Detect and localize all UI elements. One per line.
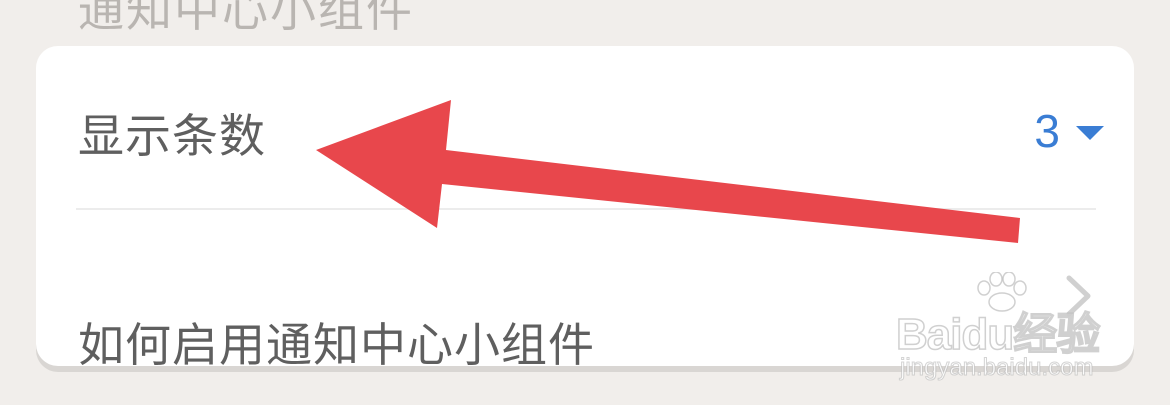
display-count-label: 显示条数: [78, 109, 266, 163]
caret-down-icon: [1076, 126, 1104, 140]
chevron-right-icon: [1066, 275, 1091, 317]
how-to-enable-row[interactable]: 如何启用通知中心小组件: [36, 209, 1134, 372]
how-to-enable-label: 如何启用通知中心小组件: [78, 318, 595, 372]
section-header: 通知中心小组件: [78, 0, 414, 37]
display-count-row[interactable]: 显示条数 3: [36, 46, 1134, 206]
settings-card: 显示条数 3 如何启用通知中心小组件: [36, 46, 1134, 372]
display-count-value: 3: [1034, 105, 1060, 157]
display-count-selector[interactable]: 3: [1034, 104, 1104, 158]
